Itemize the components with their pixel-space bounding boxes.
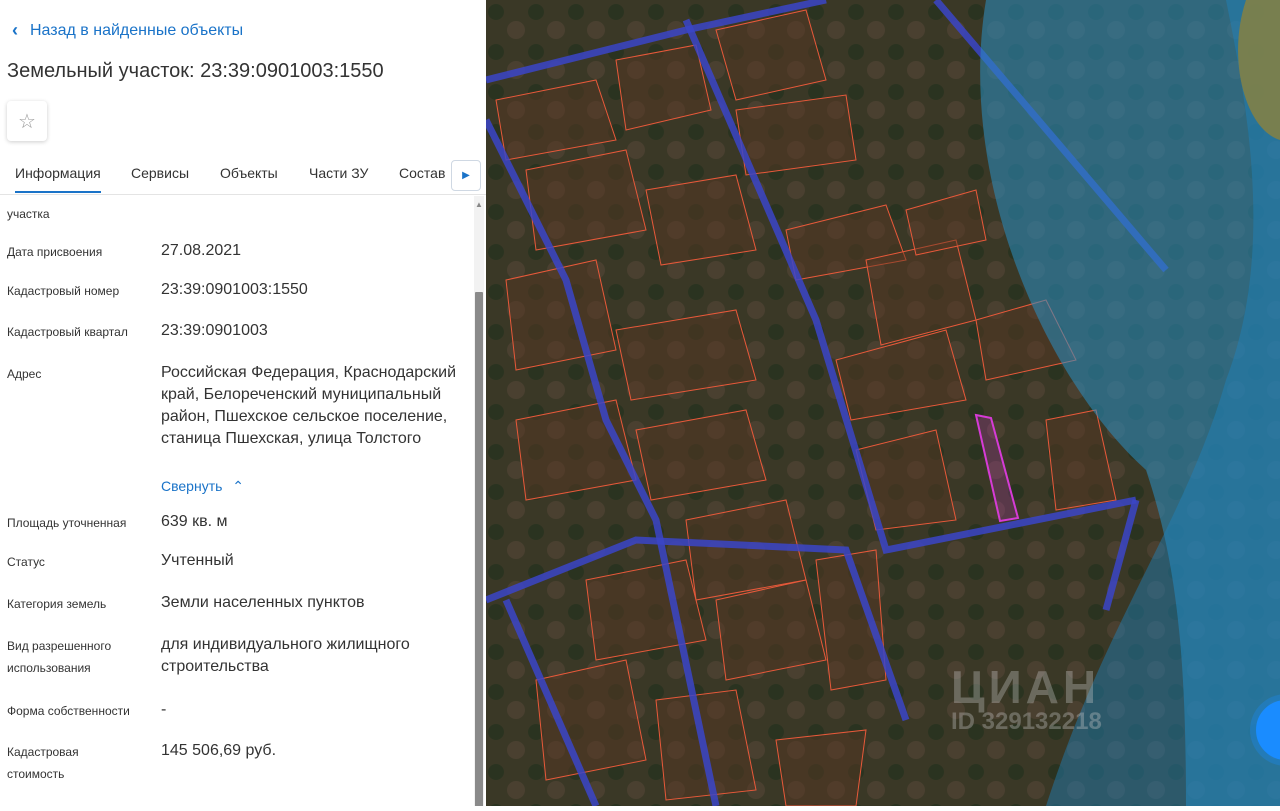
cian-watermark: ЦИАН ID 329132218 (951, 660, 1102, 736)
field-label: Дата присвоения (7, 245, 103, 259)
label-line: Вид разрешенного (7, 639, 112, 653)
chevron-left-icon: ‹ (12, 20, 18, 40)
field-label: Вид разрешенного использования (7, 635, 157, 679)
field-value: 145 506,69 руб. (161, 742, 277, 759)
tab-objects[interactable]: Объекты (220, 165, 278, 181)
field-label: Форма собственности (7, 704, 130, 718)
field-value: Земли населенных пунктов (161, 594, 365, 611)
field-value: Учтенный (161, 552, 234, 569)
tab-composition[interactable]: Состав (399, 165, 445, 181)
info-list: участка Дата присвоения 27.08.2021 Кадаст… (0, 196, 474, 806)
field-label: Кадастровый квартал (7, 325, 128, 339)
field-label: Кадастровый номер (7, 284, 120, 298)
field-label: Категория земель (7, 597, 107, 611)
tab-parts[interactable]: Части ЗУ (309, 165, 368, 181)
collapse-link[interactable]: Свернуть ⌃ (161, 475, 461, 497)
tab-services[interactable]: Сервисы (131, 165, 189, 181)
collapse-label: Свернуть (161, 478, 223, 494)
field-label: Площадь уточненная (7, 516, 127, 530)
label-line: Кадастровая (7, 745, 79, 759)
tab-info[interactable]: Информация (15, 165, 101, 193)
field-value: 27.08.2021 (161, 242, 242, 259)
favorite-button[interactable]: ☆ (7, 101, 47, 141)
field-value: 639 кв. м (161, 513, 228, 530)
field-value: - (161, 701, 167, 718)
triangle-right-icon: ▶ (462, 170, 470, 181)
scroll-up-icon[interactable]: ▲ (475, 200, 483, 209)
field-value: для индивидуального жилищного строительс… (161, 636, 410, 675)
back-link[interactable]: ‹ Назад в найденные объекты (12, 20, 243, 41)
label-line: стоимость (7, 767, 65, 781)
field-label: участка (7, 207, 50, 221)
watermark-text: ЦИАН (951, 661, 1101, 713)
field-value: 23:39:0901003:1550 (161, 281, 308, 298)
field-value: 23:39:0901003 (161, 322, 268, 339)
scrollbar[interactable]: ▲ (474, 196, 484, 806)
watermark-id: ID 329132218 (951, 708, 1102, 735)
field-label: Кадастровая стоимость (7, 741, 157, 785)
star-icon: ☆ (18, 110, 36, 133)
address-value: Российская Федерация, Краснодарский край… (161, 364, 457, 447)
back-label: Назад в найденные объекты (30, 21, 244, 39)
field-label: Адрес (7, 367, 42, 381)
satellite-map (482, 0, 1280, 808)
page-title: Земельный участок: 23:39:0901003:1550 (7, 60, 384, 82)
info-panel: ‹ Назад в найденные объекты Земельный уча… (0, 0, 486, 806)
tab-bar: Информация Сервисы Объекты Части ЗУ Сост… (0, 153, 486, 195)
map-view[interactable]: ЦИАН ID 329132218 (482, 0, 1280, 808)
scrollbar-thumb[interactable] (475, 292, 483, 806)
label-line: использования (7, 661, 91, 675)
chevron-up-icon: ⌃ (232, 478, 245, 494)
tabs-next-button[interactable]: ▶ (451, 160, 481, 191)
field-label: Статус (7, 555, 45, 569)
